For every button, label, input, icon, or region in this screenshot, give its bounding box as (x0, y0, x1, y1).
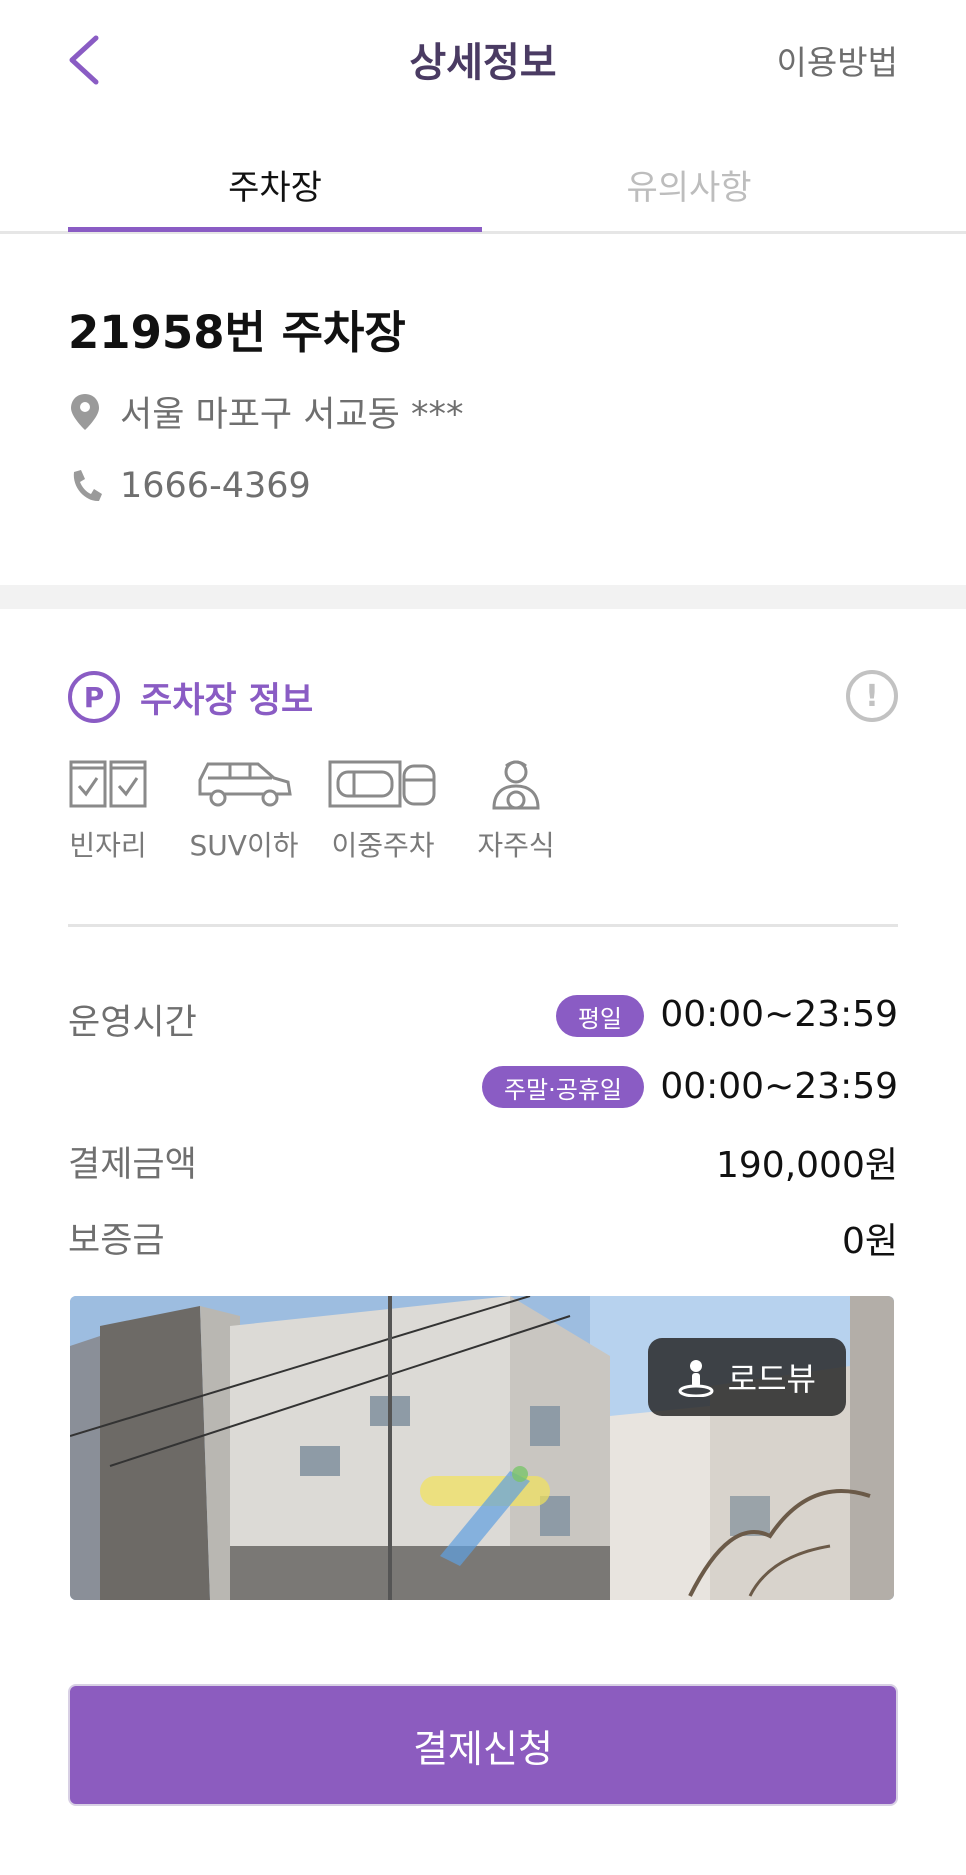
tab-indicator (68, 227, 482, 232)
feature-double-parking: 이중주차 (328, 758, 438, 864)
divider (68, 924, 898, 927)
address-line: 서울 마포구 서교동 *** (68, 386, 463, 437)
feature-self-parking: 자주식 (476, 758, 556, 864)
payment-request-button[interactable]: 결제신청 (68, 1684, 898, 1806)
parking-p-icon: P (68, 671, 120, 723)
roadview-button[interactable]: 로드뷰 (647, 1338, 846, 1416)
feature-label: 자주식 (477, 829, 555, 862)
section-separator (0, 585, 966, 609)
street-view-photo[interactable]: 로드뷰 (70, 1296, 894, 1600)
roadview-label: 로드뷰 (727, 1360, 816, 1398)
lot-name: 21958번 주차장 (68, 306, 406, 359)
app-header: 상세정보 이용방법 (0, 0, 966, 120)
tab-parking[interactable]: 주차장 (68, 160, 482, 209)
phone-icon (73, 470, 102, 502)
feature-vacancy: 빈자리 (68, 758, 148, 864)
double-parking-icon (328, 760, 436, 808)
location-pin-icon (71, 393, 99, 430)
phone-line[interactable]: 1666-4369 (68, 466, 311, 506)
weekend-tag: 주말·공휴일 (481, 1066, 644, 1108)
address-text: 서울 마포구 서교동 *** (120, 395, 464, 435)
feature-label: SUV이하 (189, 829, 299, 862)
deposit-value: 0원 (841, 1221, 898, 1262)
parking-info-title: 주차장 정보 (140, 680, 314, 721)
weekday-tag: 평일 (555, 995, 644, 1037)
self-parking-icon (492, 760, 540, 810)
tab-notes[interactable]: 유의사항 (482, 160, 896, 209)
tab-bar: 주차장 유의사항 (0, 140, 966, 234)
suv-icon (198, 762, 292, 807)
phone-number: 1666-4369 (120, 466, 311, 506)
parking-info-header: P 주차장 정보 (68, 670, 313, 724)
weekend-hours: 00:00~23:59 (660, 1066, 898, 1107)
person-pin-icon (678, 1360, 714, 1397)
payment-amount-value: 190,000원 (716, 1145, 898, 1186)
weekday-hours: 00:00~23:59 (660, 994, 898, 1035)
help-link[interactable]: 이용방법 (777, 36, 898, 84)
operating-hours-label: 운영시간 (68, 1003, 197, 1043)
feature-label: 빈자리 (69, 829, 147, 862)
feature-suv: SUV이하 (184, 758, 304, 864)
info-alert-icon[interactable]: ! (846, 670, 898, 722)
feature-label: 이중주차 (331, 829, 435, 862)
parking-spaces-icon (69, 760, 147, 808)
payment-amount-label: 결제금액 (68, 1145, 197, 1185)
deposit-label: 보증금 (68, 1221, 165, 1261)
